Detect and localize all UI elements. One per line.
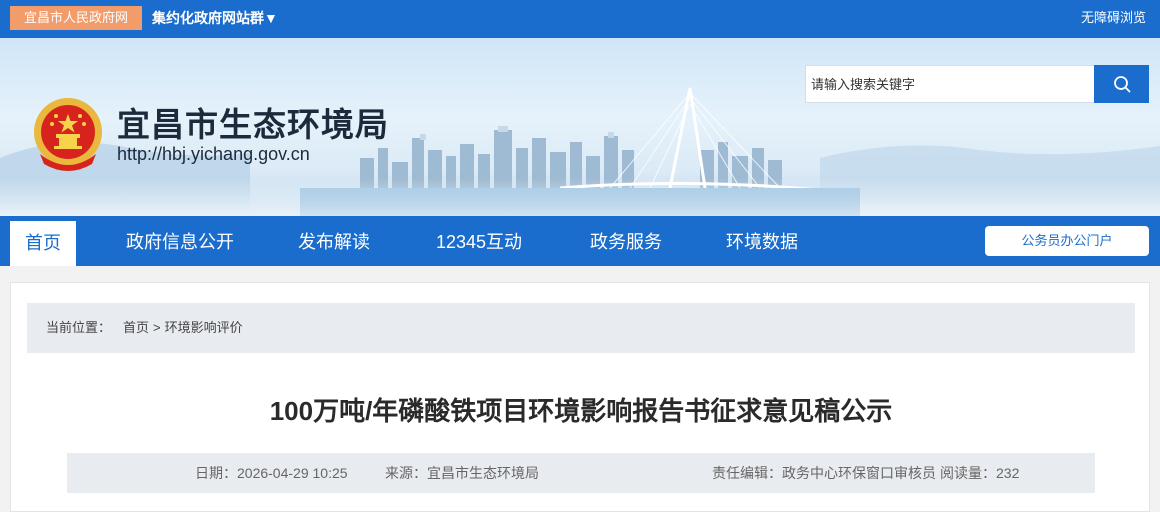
top-bar: 宜昌市人民政府网 集约化政府网站群▼ 无障碍浏览	[0, 0, 1160, 38]
accessibility-link[interactable]: 无障碍浏览	[1081, 0, 1146, 38]
national-emblem-icon	[34, 98, 102, 171]
tab-environment-data[interactable]: 环境数据	[726, 216, 798, 266]
article-meta-bar: 日期：2026-04-29 10:25 来源：宜昌市生态环境局 责任编辑：政务中…	[67, 453, 1095, 493]
search-button[interactable]	[1094, 65, 1149, 103]
breadcrumb: 当前位置： 首页 > 环境影响评价	[27, 303, 1135, 353]
org-name-title[interactable]: 宜昌市生态环境局	[117, 98, 389, 146]
breadcrumb-separator: >	[153, 320, 161, 335]
article-source: 来源：宜昌市生态环境局	[385, 465, 539, 481]
breadcrumb-label: 当前位置：	[46, 320, 112, 335]
publish-date: 日期：2026-04-29 10:25	[195, 465, 348, 481]
search-input[interactable]	[806, 66, 1094, 102]
city-government-link[interactable]: 宜昌市人民政府网	[10, 6, 142, 30]
view-count: 阅读量：232	[940, 465, 1020, 481]
breadcrumb-home-link[interactable]: 首页	[123, 320, 149, 335]
tab-home[interactable]: 首页	[10, 221, 76, 266]
org-website-url: http://hbj.yichang.gov.cn	[117, 144, 310, 164]
responsible-editor: 责任编辑：政务中心环保窗口审核员	[712, 465, 936, 481]
breadcrumb-current-link[interactable]: 环境影响评价	[165, 320, 243, 335]
article-title: 100万吨/年磷酸铁项目环境影响报告书征求意见稿公示	[269, 396, 893, 426]
search-box	[805, 65, 1095, 103]
search-icon	[1113, 76, 1130, 93]
article-container: 当前位置： 首页 > 环境影响评价 100万吨/年磷酸铁项目环境影响报告书征求意见稿公…	[10, 282, 1150, 512]
site-group-dropdown[interactable]: 集约化政府网站群▼	[152, 0, 278, 38]
tab-12345-interaction[interactable]: 12345互动	[436, 216, 522, 266]
tab-government-services[interactable]: 政务服务	[590, 216, 662, 266]
tab-gov-info[interactable]: 政府信息公开	[126, 216, 234, 266]
tab-release-interpretation[interactable]: 发布解读	[298, 216, 370, 266]
civil-servant-portal-button[interactable]: 公务员办公门户	[985, 226, 1149, 256]
